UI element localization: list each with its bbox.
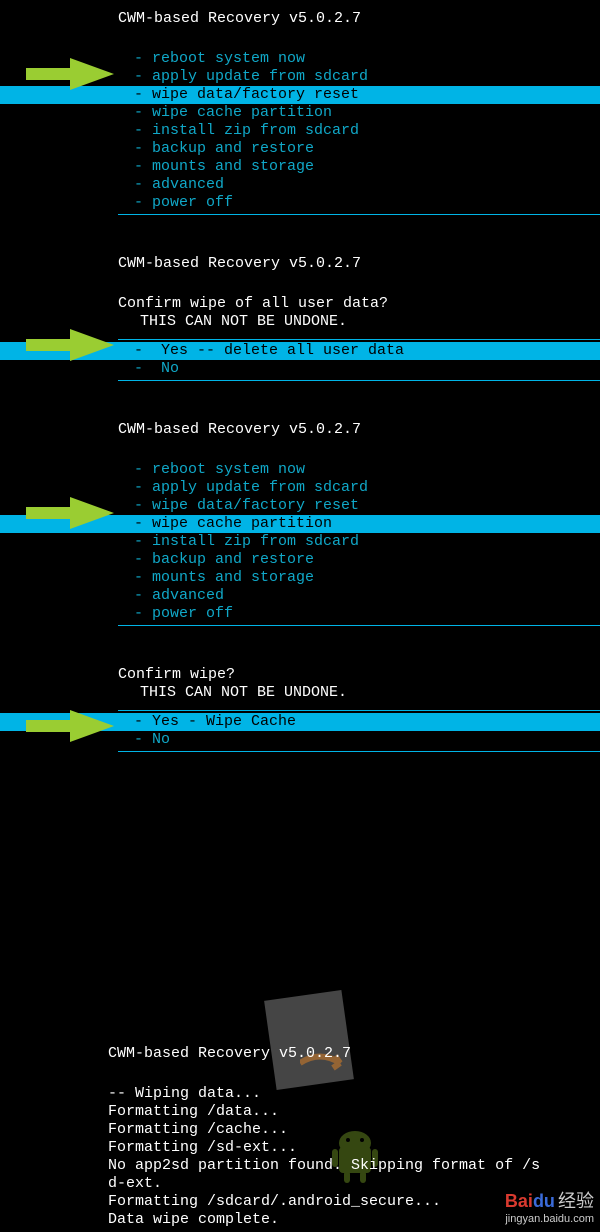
recovery-screen-1: CWM-based Recovery v5.0.2.7 - reboot sys… [0, 0, 600, 215]
confirm-prompt: Confirm wipe? [0, 666, 600, 684]
menu-item-apply-update[interactable]: - apply update from sdcard [0, 479, 600, 497]
menu-item-backup[interactable]: - backup and restore [0, 140, 600, 158]
divider [118, 380, 600, 381]
log-line: Formatting /sd-ext... [0, 1139, 600, 1157]
divider [118, 214, 600, 215]
confirm-prompt: Confirm wipe of all user data? [0, 295, 600, 313]
recovery-screen-2: CWM-based Recovery v5.0.2.7 Confirm wipe… [0, 255, 600, 381]
menu-item-mounts[interactable]: - mounts and storage [0, 158, 600, 176]
arrow-indicator-icon [26, 329, 114, 361]
recovery-screen-3: CWM-based Recovery v5.0.2.7 - reboot sys… [0, 421, 600, 626]
menu-item-install-zip[interactable]: - install zip from sdcard [0, 533, 600, 551]
arrow-indicator-icon [26, 710, 114, 742]
menu-item-advanced[interactable]: - advanced [0, 176, 600, 194]
recovery-title: CWM-based Recovery v5.0.2.7 [0, 1045, 600, 1063]
divider [118, 751, 600, 752]
divider [118, 625, 600, 626]
menu-item-install-zip[interactable]: - install zip from sdcard [0, 122, 600, 140]
menu-item-power-off[interactable]: - power off [0, 605, 600, 623]
arrow-indicator-icon [26, 497, 114, 529]
menu-item-power-off[interactable]: - power off [0, 194, 600, 212]
menu-item-backup[interactable]: - backup and restore [0, 551, 600, 569]
menu-item-reboot[interactable]: - reboot system now [0, 461, 600, 479]
baidu-url: jingyan.baidu.com [505, 1213, 594, 1226]
menu-item-mounts[interactable]: - mounts and storage [0, 569, 600, 587]
arrow-indicator-icon [26, 58, 114, 90]
recovery-title: CWM-based Recovery v5.0.2.7 [0, 255, 600, 273]
menu-item-wipe-cache[interactable]: - wipe cache partition [0, 104, 600, 122]
log-line: Formatting /data... [0, 1103, 600, 1121]
baidu-watermark: Baidu 经验 jingyan.baidu.com [505, 1191, 594, 1226]
divider [118, 710, 600, 711]
recovery-title: CWM-based Recovery v5.0.2.7 [0, 421, 600, 439]
divider [118, 339, 600, 340]
confirm-warning: THIS CAN NOT BE UNDONE. [0, 684, 600, 702]
recovery-screen-4: Confirm wipe? THIS CAN NOT BE UNDONE. - … [0, 666, 600, 752]
recovery-title: CWM-based Recovery v5.0.2.7 [0, 10, 600, 28]
log-line: No app2sd partition found. Skipping form… [0, 1157, 600, 1175]
menu-item-advanced[interactable]: - advanced [0, 587, 600, 605]
log-line: -- Wiping data... [0, 1085, 600, 1103]
log-line: Formatting /cache... [0, 1121, 600, 1139]
confirm-no[interactable]: - No [0, 360, 600, 378]
